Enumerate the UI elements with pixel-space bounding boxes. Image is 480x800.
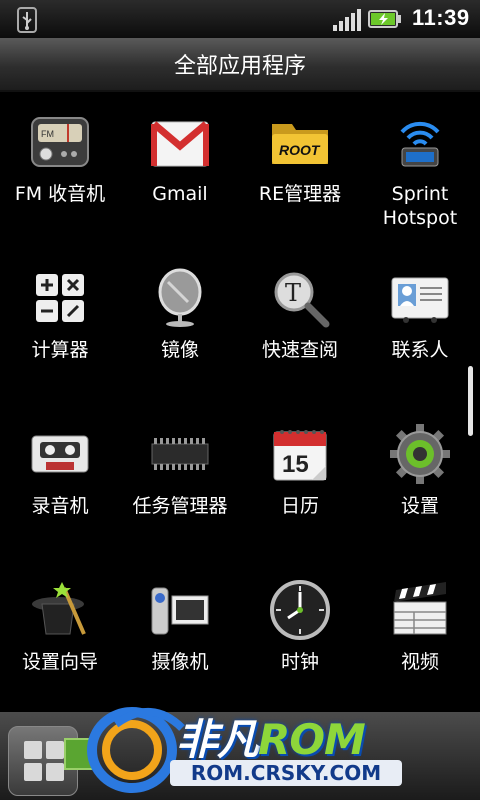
- app-label: 设置: [400, 495, 439, 517]
- camcorder-icon: [151, 587, 209, 635]
- calendar-icon: 15: [273, 430, 327, 481]
- app-mirror[interactable]: 镜像: [120, 266, 240, 362]
- app-drawer-header: 全部应用程序: [0, 38, 480, 92]
- status-bar: 11:39: [0, 0, 480, 38]
- app-label: 摄像机: [151, 651, 209, 673]
- app-video[interactable]: 视频: [360, 578, 480, 674]
- signal-icon: [333, 9, 361, 31]
- svg-text:15: 15: [282, 451, 309, 478]
- watermark-brand: 非凡ROM: [176, 706, 366, 767]
- clapperboard-icon: [393, 582, 447, 635]
- app-label: Gmail: [152, 183, 208, 205]
- svg-text:T: T: [285, 279, 301, 307]
- app-re-manager[interactable]: ROOT RE管理器: [240, 110, 360, 206]
- app-gmail[interactable]: Gmail: [120, 110, 240, 206]
- usb-icon: [17, 7, 37, 33]
- app-setup-wizard[interactable]: 设置向导: [0, 578, 120, 674]
- app-clock[interactable]: 时钟: [240, 578, 360, 674]
- calculator-icon: [36, 274, 84, 322]
- svg-text:ROOT: ROOT: [279, 142, 321, 158]
- scrollbar-thumb[interactable]: [468, 366, 473, 436]
- app-label: 镜像: [160, 339, 199, 361]
- grid-icon: [24, 741, 64, 781]
- app-fm-radio[interactable]: FM FM 收音机: [0, 110, 120, 206]
- battery-charging-icon: [368, 10, 401, 28]
- app-label: 任务管理器: [132, 495, 228, 517]
- app-calendar[interactable]: 15 日历: [240, 422, 360, 518]
- folder-root-icon: ROOT: [272, 124, 328, 164]
- app-label: 快速查阅: [261, 339, 338, 361]
- watermark-brand-cn: 非凡: [176, 715, 259, 764]
- app-contacts[interactable]: 联系人: [360, 266, 480, 362]
- app-calculator[interactable]: 计算器: [0, 266, 120, 362]
- app-quick-lookup[interactable]: T 快速查阅: [240, 266, 360, 362]
- gmail-icon: [151, 121, 209, 167]
- app-label: 设置向导: [21, 651, 98, 673]
- app-label: 联系人: [391, 339, 449, 361]
- app-camcorder[interactable]: 摄像机: [120, 578, 240, 674]
- app-label: Sprint Hotspot: [382, 183, 458, 229]
- app-label: 日历: [280, 495, 319, 517]
- mirror-icon: [158, 268, 202, 327]
- hotspot-icon: [400, 121, 440, 167]
- gear-icon: [390, 424, 450, 484]
- watermark-brand-rom: ROM: [258, 715, 366, 764]
- app-label: RE管理器: [258, 183, 342, 205]
- radio-icon: FM: [31, 117, 89, 167]
- app-label: 时钟: [280, 651, 319, 673]
- clock-icon: [270, 580, 330, 640]
- chip-icon: [151, 438, 209, 470]
- app-voice-recorder[interactable]: 录音机: [0, 422, 120, 518]
- app-label: FM 收音机: [14, 183, 106, 205]
- cassette-icon: [31, 435, 89, 473]
- page-title: 全部应用程序: [173, 54, 306, 79]
- app-label: 录音机: [31, 495, 89, 517]
- watermark-url: ROM.CRSKY.COM: [170, 760, 402, 786]
- quick-lookup-icon: T: [274, 272, 330, 328]
- app-task-manager[interactable]: 任务管理器: [120, 422, 240, 518]
- svg-text:FM: FM: [41, 129, 54, 139]
- app-label: 计算器: [31, 339, 89, 361]
- contacts-icon: [391, 277, 449, 323]
- app-sprint-hotspot[interactable]: Sprint Hotspot: [360, 110, 480, 230]
- status-time: 11:39: [412, 5, 470, 30]
- magic-hat-icon: [32, 582, 86, 635]
- app-label: 视频: [400, 651, 439, 673]
- app-settings[interactable]: 设置: [360, 422, 480, 518]
